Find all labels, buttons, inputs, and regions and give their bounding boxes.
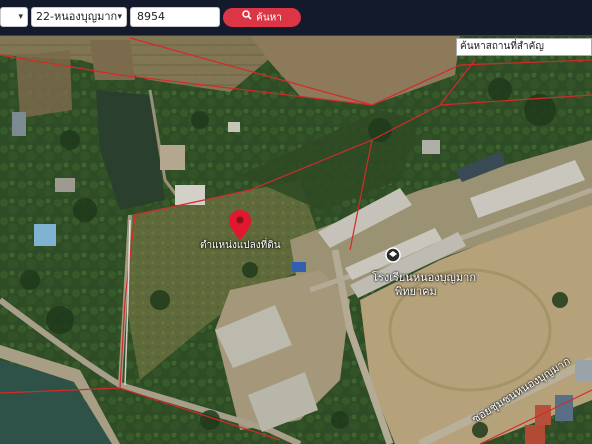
house-roof	[175, 185, 205, 205]
house-roof	[228, 122, 240, 132]
chevron-down-icon: ▾	[18, 12, 23, 22]
parcel-number-input[interactable]: 8954	[130, 7, 220, 27]
house-roof	[55, 178, 75, 192]
parcel-location-label: ตำแหน่งแปลงที่ดิน	[200, 240, 281, 251]
house-roof	[555, 395, 573, 421]
house-roof	[160, 145, 185, 170]
house-roof	[575, 360, 592, 382]
chevron-down-icon: ▾	[117, 12, 122, 22]
toolbar: ▾ 22-หนองบุญมาก ▾ 8954 ค้นหา	[0, 0, 592, 35]
search-button-label: ค้นหา	[256, 12, 282, 24]
district-select[interactable]: ▾	[0, 7, 28, 27]
satellite-map[interactable]: ตำแหน่งแปลงที่ดิน โรงเรียนหนองบุญมาก พิท…	[0, 0, 592, 444]
house-roof	[292, 262, 306, 272]
house-roof	[34, 224, 56, 246]
house-roof	[422, 140, 440, 154]
school-pin-icon	[385, 247, 401, 263]
house-roof	[12, 112, 26, 136]
search-icon	[242, 8, 252, 27]
paddy-field	[16, 50, 72, 118]
house-roof	[535, 405, 551, 425]
house-roof	[525, 425, 545, 444]
place-search-input[interactable]: ค้นหาสถานที่สำคัญ	[456, 38, 592, 56]
search-button[interactable]: ค้นหา	[223, 8, 301, 27]
school-label-secondary: พิทยาคม	[395, 285, 437, 298]
subdistrict-select[interactable]: 22-หนองบุญมาก ▾	[31, 7, 127, 27]
